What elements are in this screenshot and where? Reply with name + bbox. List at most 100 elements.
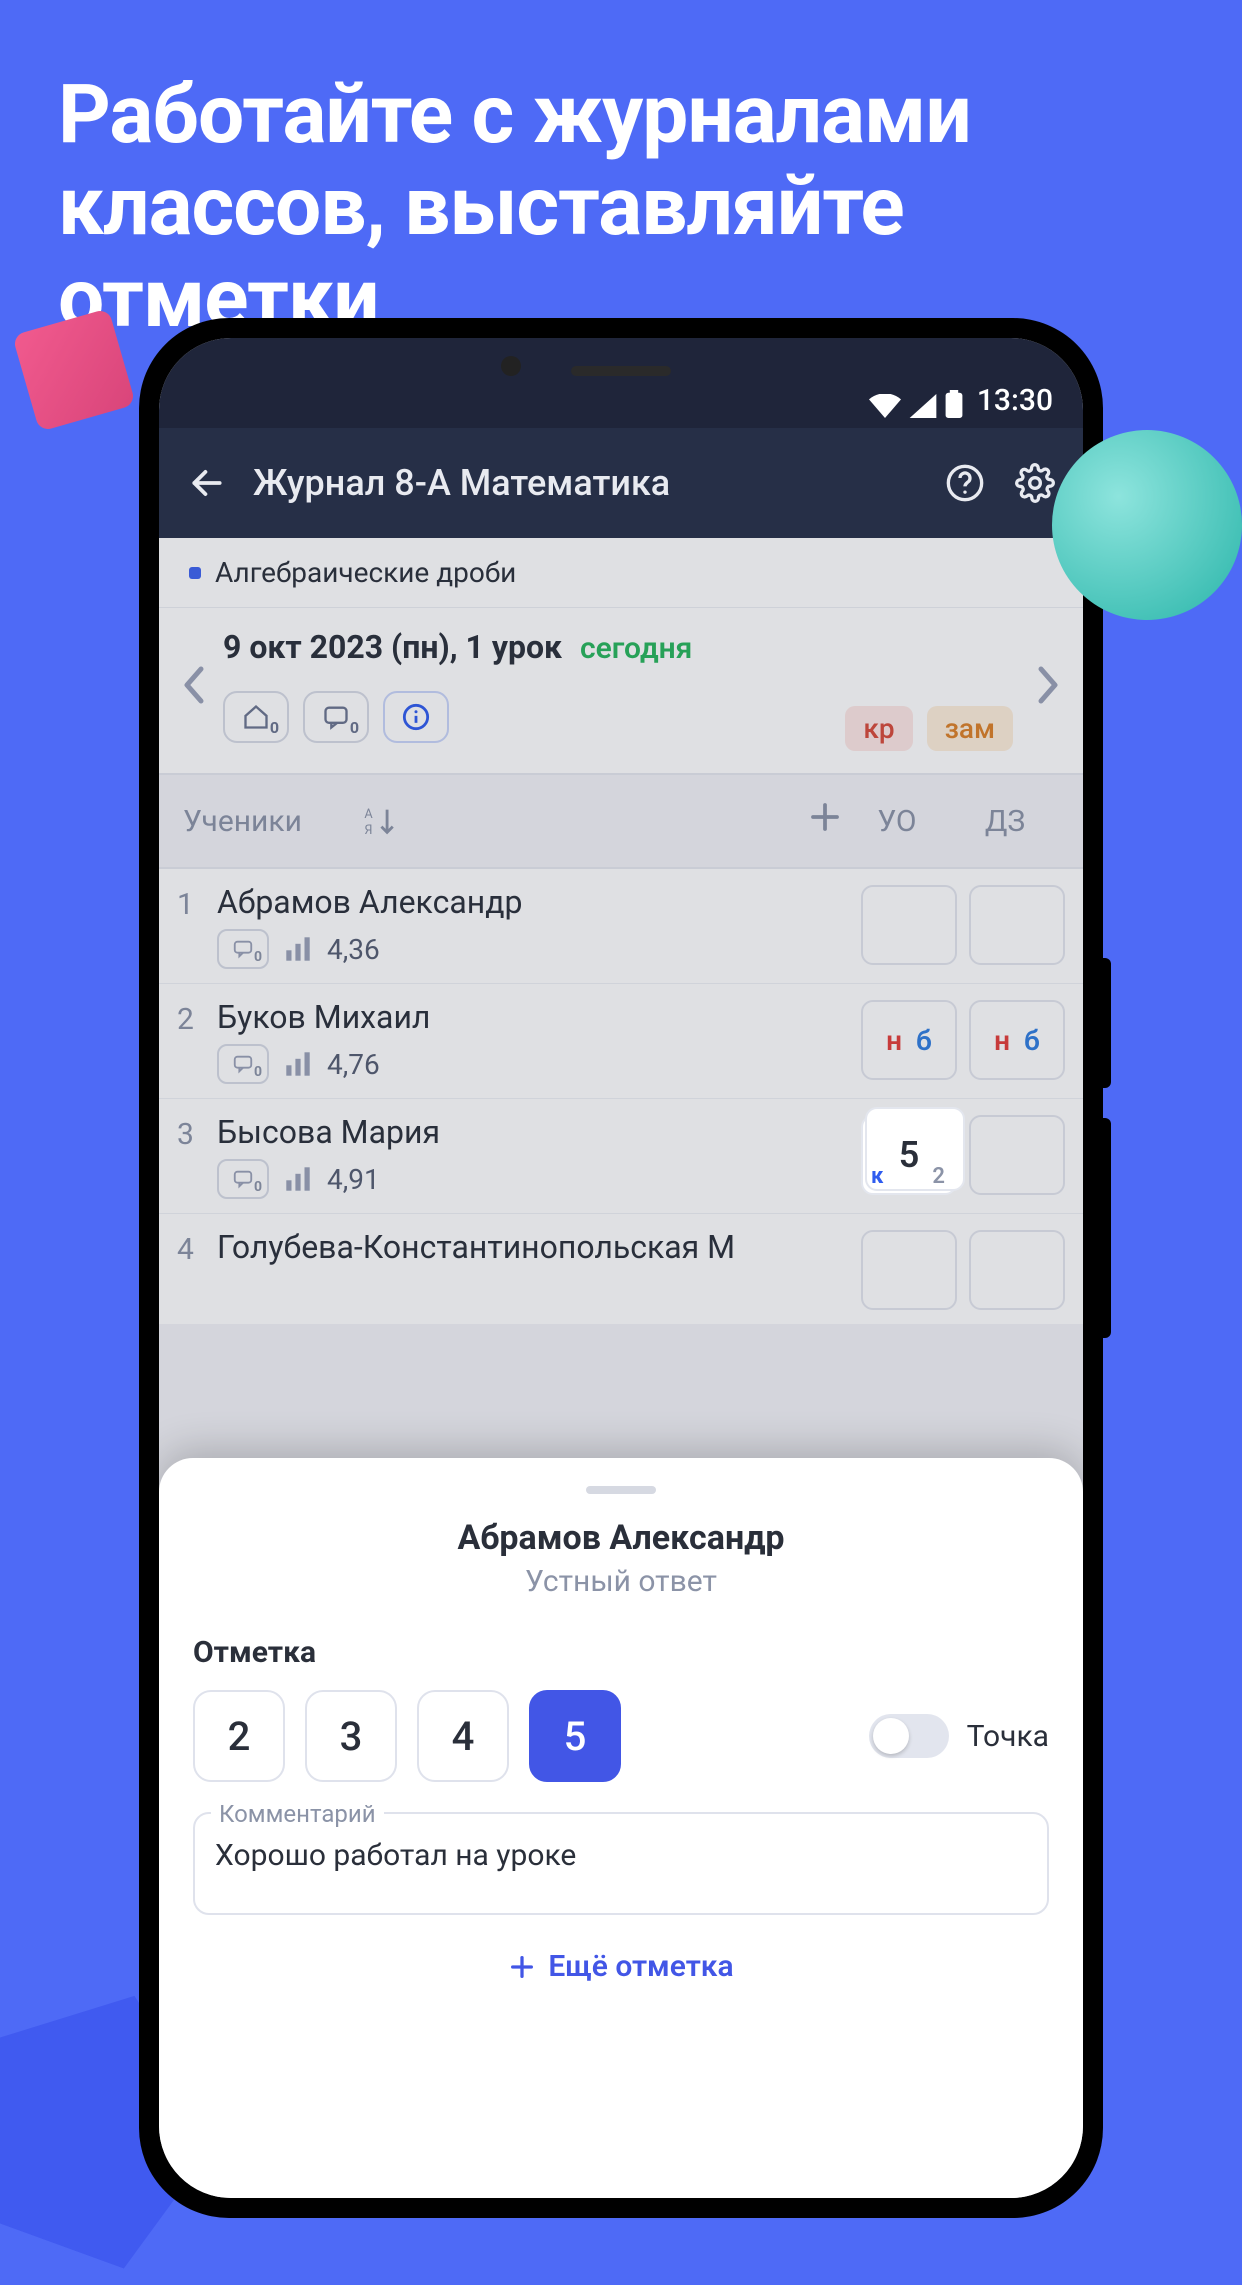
phone-camera <box>501 356 521 376</box>
stats-icon <box>285 1052 311 1076</box>
dot-toggle-label: Точка <box>967 1719 1049 1754</box>
stats-icon <box>285 1167 311 1191</box>
student-avg: 4,91 <box>327 1163 380 1196</box>
student-avg: 4,76 <box>327 1048 380 1081</box>
student-name[interactable]: Бысова Мария <box>217 1113 861 1151</box>
settings-button[interactable] <box>1011 459 1059 507</box>
tag-zam[interactable]: зам <box>927 706 1013 751</box>
chat-icon <box>231 1168 255 1190</box>
help-button[interactable] <box>941 459 989 507</box>
battery-icon <box>945 390 963 418</box>
header-uo[interactable]: УО <box>843 804 951 839</box>
sheet-grade-type: Устный ответ <box>193 1564 1049 1599</box>
arrow-left-icon <box>188 464 226 502</box>
grade-cell-uo[interactable]: 5 к 2 <box>861 1115 957 1195</box>
page-title: Журнал 8-А Математика <box>253 462 919 504</box>
topic-bar[interactable]: Алгебраические дроби <box>159 538 1083 608</box>
badge-zero: 0 <box>254 949 262 965</box>
add-more-grade-button[interactable]: Ещё отметка <box>193 1949 1049 1984</box>
sort-button[interactable]: АЯ <box>363 804 397 838</box>
grade-cell-uo[interactable] <box>861 885 957 965</box>
phone-speaker <box>571 366 671 376</box>
signal-icon <box>909 394 937 418</box>
help-icon <box>945 463 985 503</box>
topic-label: Алгебраические дроби <box>215 556 516 589</box>
svg-text:А: А <box>364 807 373 822</box>
header-students: Ученики <box>183 804 353 839</box>
grade-cell-dz[interactable]: нб <box>969 1000 1065 1080</box>
sheet-handle[interactable] <box>586 1486 656 1494</box>
plus-icon <box>508 1953 536 1981</box>
home-icon <box>242 703 270 731</box>
comments-icon-button[interactable]: 0 <box>303 691 369 743</box>
chevron-left-icon <box>182 665 208 705</box>
row-number: 1 <box>177 883 217 922</box>
wifi-icon <box>869 394 901 418</box>
svg-text:Я: Я <box>364 823 372 838</box>
grade-option-3[interactable]: 3 <box>305 1690 397 1782</box>
status-bar: 13:30 <box>159 338 1083 428</box>
decorative-circle <box>1052 430 1242 620</box>
add-column-button[interactable] <box>807 799 843 843</box>
grade-cell-uo[interactable] <box>861 1230 957 1310</box>
comment-input[interactable]: Комментарий Хорошо работал на уроке <box>193 1812 1049 1915</box>
row-number: 4 <box>177 1228 217 1267</box>
stats-icon <box>285 937 311 961</box>
row-number: 3 <box>177 1113 217 1152</box>
badge-zero: 0 <box>350 718 359 737</box>
table-row: 2 Буков Михаил 0 4,76 нб нб <box>159 984 1083 1099</box>
lesson-today-badge: сегодня <box>580 631 692 666</box>
back-button[interactable] <box>183 459 231 507</box>
grade-cell-dz[interactable] <box>969 885 1065 965</box>
grade-cell-uo[interactable]: нб <box>861 1000 957 1080</box>
comment-text: Хорошо работал на уроке <box>215 1838 1027 1873</box>
next-lesson-button[interactable] <box>1025 665 1069 715</box>
header-dz[interactable]: ДЗ <box>951 804 1059 839</box>
student-avg: 4,36 <box>327 933 380 966</box>
prev-lesson-button[interactable] <box>173 665 217 715</box>
lesson-nav: 9 окт 2023 (пн), 1 урок сегодня 0 0 <box>159 608 1083 775</box>
dot-toggle[interactable] <box>869 1714 949 1758</box>
lesson-date: 9 окт 2023 (пн), 1 урок <box>223 628 562 666</box>
mark-section-label: Отметка <box>193 1635 1049 1670</box>
sheet-student-name: Абрамов Александр <box>193 1518 1049 1558</box>
badge-zero: 0 <box>254 1179 262 1195</box>
grade-cell-dz[interactable] <box>969 1115 1065 1195</box>
grade-option-5[interactable]: 5 <box>529 1690 621 1782</box>
chat-icon <box>231 938 255 960</box>
chat-icon <box>322 703 350 731</box>
promo-headline: Работайте с журналами классов, выставляй… <box>0 0 1242 345</box>
gear-icon <box>1015 463 1055 503</box>
student-name[interactable]: Голубева-Константинопольская М <box>217 1228 861 1266</box>
tag-kr[interactable]: кр <box>845 706 912 751</box>
student-name[interactable]: Буков Михаил <box>217 998 861 1036</box>
phone-side-button <box>1097 1118 1111 1338</box>
chevron-right-icon <box>1034 665 1060 705</box>
badge-zero: 0 <box>254 1064 262 1080</box>
table-row: 4 Голубева-Константинопольская М <box>159 1214 1083 1324</box>
homework-icon-button[interactable]: 0 <box>223 691 289 743</box>
badge-zero: 0 <box>270 718 279 737</box>
comment-legend: Комментарий <box>211 1800 384 1828</box>
plus-icon <box>807 799 843 835</box>
student-comment-button[interactable]: 0 <box>217 1044 269 1084</box>
grade-cell-dz[interactable] <box>969 1230 1065 1310</box>
students-list: 1 Абрамов Александр 0 4,36 <box>159 869 1083 1324</box>
grade-option-4[interactable]: 4 <box>417 1690 509 1782</box>
grade-option-2[interactable]: 2 <box>193 1690 285 1782</box>
chat-icon <box>231 1053 255 1075</box>
student-comment-button[interactable]: 0 <box>217 929 269 969</box>
status-time: 13:30 <box>977 383 1053 418</box>
student-comment-button[interactable]: 0 <box>217 1159 269 1199</box>
grade-sheet: Абрамов Александр Устный ответ Отметка 2… <box>159 1458 1083 2198</box>
info-icon <box>402 703 430 731</box>
info-icon-button[interactable] <box>383 691 449 743</box>
sort-az-icon: АЯ <box>363 804 397 838</box>
student-name[interactable]: Абрамов Александр <box>217 883 861 921</box>
table-row: 3 Бысова Мария 0 4,91 5 к <box>159 1099 1083 1214</box>
app-bar: Журнал 8-А Математика <box>159 428 1083 538</box>
row-number: 2 <box>177 998 217 1037</box>
table-row: 1 Абрамов Александр 0 4,36 <box>159 869 1083 984</box>
phone-frame: 13:30 Журнал 8-А Математика Алгебраическ… <box>139 318 1103 2218</box>
table-header: Ученики АЯ УО ДЗ <box>159 775 1083 869</box>
